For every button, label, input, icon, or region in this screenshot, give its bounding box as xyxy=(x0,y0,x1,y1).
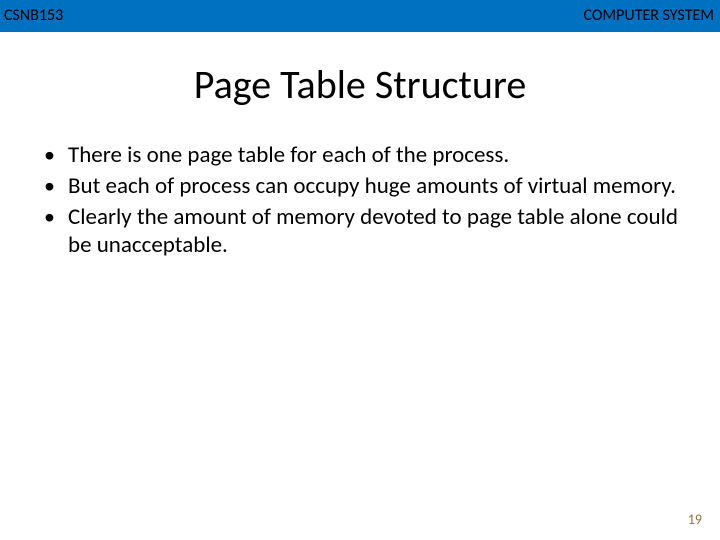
page-number: 19 xyxy=(688,511,702,528)
slide: CSNB153 COMPUTER SYSTEM Page Table Struc… xyxy=(0,0,720,540)
header-bar: CSNB153 COMPUTER SYSTEM xyxy=(0,0,720,32)
bullet-item: There is one page table for each of the … xyxy=(44,141,692,170)
course-title: COMPUTER SYSTEM xyxy=(584,6,715,25)
bullet-item: Clearly the amount of memory devoted to … xyxy=(44,203,692,261)
bullet-list: There is one page table for each of the … xyxy=(44,141,692,260)
bullet-item: But each of process can occupy huge amou… xyxy=(44,172,692,201)
course-code: CSNB153 xyxy=(4,6,63,25)
slide-title: Page Table Structure xyxy=(0,60,720,109)
